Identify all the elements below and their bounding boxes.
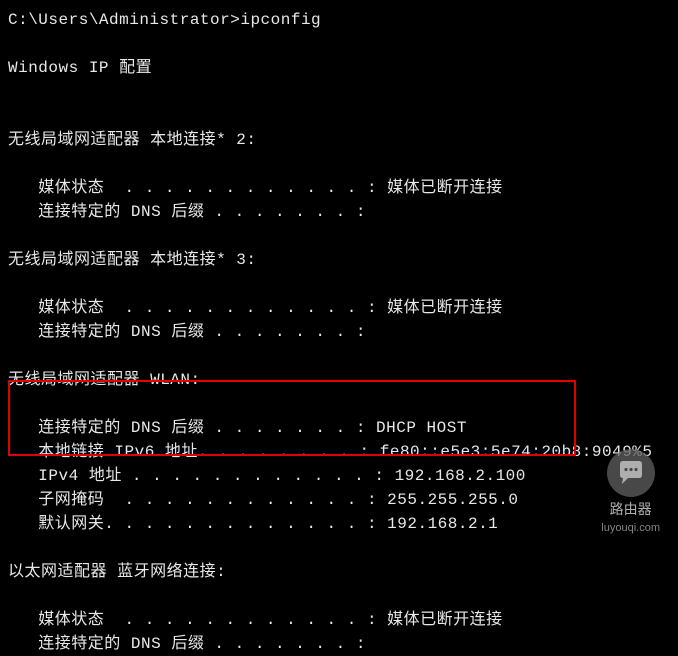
media-state-row: 媒体状态 . . . . . . . . . . . . : 媒体已断开连接 [8,176,678,200]
blank [8,104,678,128]
gateway-row: 默认网关. . . . . . . . . . . . . : 192.168.… [8,512,678,536]
blank [8,80,678,104]
ipv6-value: fe80::e5e3:5e74:20b8:9049%5 [380,443,653,461]
command-prompt: C:\Users\Administrator>ipconfig [8,8,678,32]
subnet-row: 子网掩码 . . . . . . . . . . . . : 255.255.2… [8,488,678,512]
subnet-value: 255.255.255.0 [387,491,518,509]
media-state-label: 媒体状态 . . . . . . . . . . . . : [8,611,387,629]
dns-suffix-row: 连接特定的 DNS 后缀 . . . . . . . : DHCP HOST [8,416,678,440]
media-state-row: 媒体状态 . . . . . . . . . . . . : 媒体已断开连接 [8,296,678,320]
ipv4-row: IPv4 地址 . . . . . . . . . . . . : 192.16… [8,464,678,488]
blank [8,392,678,416]
dns-suffix-value: DHCP HOST [376,419,467,437]
gateway-value: 192.168.2.1 [387,515,498,533]
blank [8,584,678,608]
media-state-row: 媒体状态 . . . . . . . . . . . . : 媒体已断开连接 [8,608,678,632]
adapter-title-wlan2: 无线局域网适配器 本地连接* 2: [8,128,678,152]
media-state-label: 媒体状态 . . . . . . . . . . . . : [8,299,387,317]
blank [8,344,678,368]
media-state-label: 媒体状态 . . . . . . . . . . . . : [8,179,387,197]
dns-suffix-row: 连接特定的 DNS 后缀 . . . . . . . : [8,632,678,656]
blank [8,272,678,296]
adapter-title-bluetooth: 以太网适配器 蓝牙网络连接: [8,560,678,584]
blank [8,152,678,176]
ipv6-label: 本地链接 IPv6 地址. . . . . . . . : [8,443,380,461]
dns-suffix-row: 连接特定的 DNS 后缀 . . . . . . . : [8,320,678,344]
ipv4-label: IPv4 地址 . . . . . . . . . . . . : [8,467,395,485]
gateway-label: 默认网关. . . . . . . . . . . . . : [8,515,387,533]
dns-suffix-row: 连接特定的 DNS 后缀 . . . . . . . : [8,200,678,224]
media-state-value: 媒体已断开连接 [387,611,503,629]
media-state-value: 媒体已断开连接 [387,179,503,197]
blank [8,536,678,560]
media-state-value: 媒体已断开连接 [387,299,503,317]
dns-suffix-label: 连接特定的 DNS 后缀 . . . . . . . : [8,419,376,437]
adapter-title-wlan: 无线局域网适配器 WLAN: [8,368,678,392]
blank [8,224,678,248]
ipv6-row: 本地链接 IPv6 地址. . . . . . . . : fe80::e5e3… [8,440,678,464]
ipv4-value: 192.168.2.100 [395,467,526,485]
blank [8,32,678,56]
adapter-title-wlan3: 无线局域网适配器 本地连接* 3: [8,248,678,272]
config-header: Windows IP 配置 [8,56,678,80]
subnet-label: 子网掩码 . . . . . . . . . . . . : [8,491,387,509]
